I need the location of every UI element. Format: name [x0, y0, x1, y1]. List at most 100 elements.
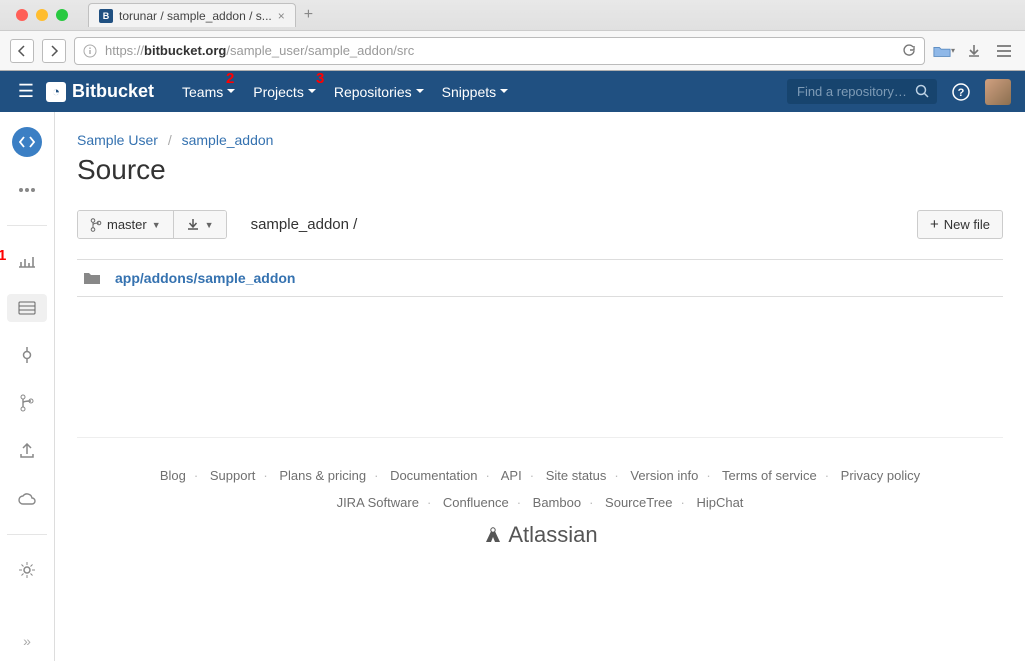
sidebar-pipelines[interactable]	[12, 340, 42, 370]
breadcrumb-owner[interactable]: Sample User	[77, 132, 158, 148]
header-right: Find a repository… ?	[787, 79, 1011, 105]
chevron-down-icon: ▼	[205, 220, 214, 230]
arrow-left-icon	[16, 45, 28, 57]
sidebar-divider	[7, 225, 47, 226]
address-bar[interactable]: https://bitbucket.org/sample_user/sample…	[74, 37, 925, 65]
gear-icon	[18, 561, 36, 579]
bitbucket-logo[interactable]: ◔ Bitbucket	[46, 81, 154, 102]
nav-teams[interactable]: Teams	[182, 84, 235, 100]
bitbucket-favicon-icon: B	[99, 9, 113, 23]
footer-link[interactable]: HipChat	[696, 495, 743, 510]
footer-row-2: JIRA Software· Confluence· Bamboo· Sourc…	[77, 495, 1003, 510]
download-button[interactable]: ▼	[173, 211, 226, 238]
app-switcher-button[interactable]: ☰	[14, 81, 38, 102]
footer-link[interactable]: Terms of service	[722, 468, 817, 483]
footer-link[interactable]: Documentation	[390, 468, 477, 483]
help-icon: ?	[952, 83, 970, 101]
new-tab-button[interactable]: +	[304, 6, 313, 24]
close-tab-icon[interactable]: ×	[278, 9, 285, 23]
new-file-button[interactable]: + New file	[917, 210, 1003, 239]
repo-sidebar: 1	[0, 112, 55, 661]
app-body: 1	[0, 112, 1025, 661]
annotation-3: 3	[316, 70, 324, 87]
new-file-label: New file	[944, 217, 990, 232]
search-icon	[915, 84, 929, 98]
arrow-right-icon	[48, 45, 60, 57]
hamburger-icon	[996, 44, 1012, 58]
footer-link[interactable]: Support	[210, 468, 256, 483]
download-icon	[967, 44, 981, 58]
breadcrumb-repo[interactable]: sample_addon	[182, 132, 274, 148]
bookmarks-button[interactable]: ▾	[933, 44, 955, 58]
footer-link[interactable]: Version info	[630, 468, 698, 483]
atlassian-logo[interactable]: Atlassian	[77, 522, 1003, 548]
sidebar-divider	[7, 534, 47, 535]
primary-nav: Teams Projects Repositories Snippets 2 3	[182, 84, 508, 100]
footer-link[interactable]: Confluence	[443, 495, 509, 510]
back-button[interactable]	[10, 39, 34, 63]
nav-snippets[interactable]: Snippets	[442, 84, 508, 100]
sidebar-branches[interactable]	[12, 388, 42, 418]
url-text: https://bitbucket.org/sample_user/sample…	[105, 43, 894, 58]
footer-link[interactable]: Privacy policy	[841, 468, 920, 483]
nav-repositories[interactable]: Repositories	[334, 84, 424, 100]
folder-icon	[83, 271, 101, 285]
footer-link[interactable]: Bamboo	[533, 495, 581, 510]
commit-icon	[20, 347, 34, 363]
minimize-window-button[interactable]	[36, 9, 48, 21]
main-content: 4 Sample User / sample_addon Source mast…	[55, 112, 1025, 661]
chart-icon	[18, 254, 36, 268]
branch-icon	[90, 218, 102, 232]
footer-link[interactable]: Site status	[546, 468, 607, 483]
source-toolbar: master ▼ ▼ sample_addon / + New file	[77, 210, 1003, 239]
sidebar-overview[interactable]	[12, 175, 42, 205]
file-row: app/addons/sample_addon	[77, 260, 1003, 297]
sidebar-source[interactable]	[12, 127, 42, 157]
svg-text:?: ?	[958, 87, 965, 99]
code-icon	[19, 134, 35, 150]
user-avatar[interactable]	[985, 79, 1011, 105]
help-button[interactable]: ?	[951, 83, 971, 101]
info-icon	[83, 44, 97, 58]
downloads-button[interactable]	[963, 44, 985, 58]
search-placeholder: Find a repository…	[797, 84, 907, 99]
repo-search[interactable]: Find a repository…	[787, 79, 937, 104]
chevron-down-icon: ▼	[152, 220, 161, 230]
cloud-icon	[17, 492, 37, 506]
zoom-window-button[interactable]	[56, 9, 68, 21]
sidebar-expand[interactable]: »	[23, 633, 31, 649]
bitbucket-logo-icon: ◔	[46, 82, 66, 102]
branch-selector[interactable]: master ▼	[78, 211, 173, 238]
file-link[interactable]: app/addons/sample_addon	[115, 270, 295, 286]
footer-link[interactable]: SourceTree	[605, 495, 672, 510]
footer-row-1: Blog· Support· Plans & pricing· Document…	[77, 468, 1003, 483]
bitbucket-header: ☰ ◔ Bitbucket Teams Projects Repositorie…	[0, 71, 1025, 112]
nav-projects[interactable]: Projects	[253, 84, 316, 100]
breadcrumb: Sample User / sample_addon	[77, 132, 1003, 148]
sidebar-source-alt[interactable]	[7, 294, 47, 322]
footer-link[interactable]: Blog	[160, 468, 186, 483]
forward-button[interactable]	[42, 39, 66, 63]
breadcrumb-sep: /	[168, 132, 172, 148]
browser-toolbar: https://bitbucket.org/sample_user/sample…	[0, 30, 1025, 70]
atlassian-label: Atlassian	[508, 522, 597, 548]
product-name: Bitbucket	[72, 81, 154, 102]
footer-link[interactable]: Plans & pricing	[279, 468, 366, 483]
sidebar-deployments[interactable]	[12, 484, 42, 514]
reload-icon[interactable]	[902, 44, 916, 58]
sidebar-commits[interactable]	[12, 246, 42, 276]
footer: Blog· Support· Plans & pricing· Document…	[77, 437, 1003, 568]
browser-tab[interactable]: B torunar / sample_addon / s... ×	[88, 3, 296, 27]
window-controls	[8, 9, 76, 21]
menu-button[interactable]	[993, 44, 1015, 58]
upload-icon	[19, 443, 35, 459]
atlassian-icon	[482, 524, 504, 546]
browser-tab-bar: B torunar / sample_addon / s... × +	[0, 0, 1025, 30]
footer-link[interactable]: JIRA Software	[337, 495, 419, 510]
sidebar-downloads[interactable]	[12, 436, 42, 466]
footer-link[interactable]: API	[501, 468, 522, 483]
sidebar-settings[interactable]	[12, 555, 42, 585]
close-window-button[interactable]	[16, 9, 28, 21]
branch-and-download-group: master ▼ ▼	[77, 210, 227, 239]
tab-title: torunar / sample_addon / s...	[119, 9, 272, 23]
